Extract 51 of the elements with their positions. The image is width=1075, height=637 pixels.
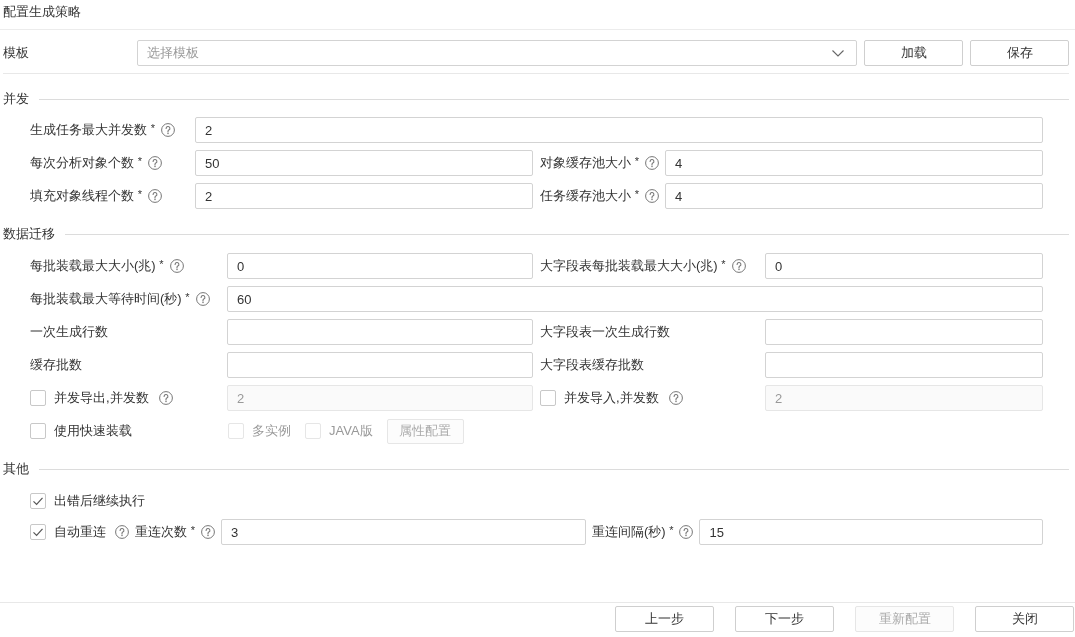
text-input[interactable]: 2: [195, 183, 533, 209]
chevron-down-icon: [832, 49, 844, 57]
checkbox-label: 并发导入,并发数: [564, 389, 659, 407]
wizard-button[interactable]: 下一步: [735, 606, 834, 632]
text-input[interactable]: 0: [765, 253, 1043, 279]
checkbox[interactable]: [30, 493, 46, 509]
checkbox[interactable]: [30, 423, 46, 439]
text-input[interactable]: 4: [665, 150, 1043, 176]
checkbox[interactable]: [30, 524, 46, 540]
checkbox-label: 并发导出,并发数: [54, 389, 149, 407]
field-label: 对象缓存池大小 $^{*}$: [540, 154, 639, 172]
check-icon: [32, 526, 44, 538]
checkbox-label: 使用快速装载: [54, 422, 132, 440]
template-button[interactable]: 保存: [970, 40, 1069, 66]
text-input[interactable]: 50: [195, 150, 533, 176]
field-label: 任务缓存池大小 $^{*}$: [540, 187, 639, 205]
checkbox-label: 多实例: [252, 422, 291, 440]
field-label: 重连间隔(秒) $^{*}$: [591, 523, 674, 541]
text-input[interactable]: 15: [699, 519, 1043, 545]
dialog-title: 配置生成策略: [3, 4, 81, 19]
wizard-button[interactable]: 上一步: [615, 606, 714, 632]
template-button[interactable]: 加载: [864, 40, 963, 66]
field-label: 模板: [3, 44, 29, 62]
checkbox-label: 自动重连: [54, 523, 106, 541]
text-input[interactable]: [227, 319, 533, 345]
field-label: 生成任务最大并发数 $^{*}$: [30, 121, 155, 139]
field-label: 每批装载最大等待时间(秒) $^{*}$: [30, 290, 190, 308]
field-label: 每次分析对象个数 $^{*}$: [30, 154, 142, 172]
text-input[interactable]: 3: [220, 519, 586, 545]
checkbox-label: JAVA版: [329, 422, 373, 440]
field-label: 大字段表缓存批数: [540, 356, 644, 374]
section-title: 其他: [3, 460, 29, 478]
field-label: 填充对象线程个数 $^{*}$: [30, 187, 142, 205]
checkbox-label: 出错后继续执行: [54, 492, 145, 510]
section-title: 并发: [3, 90, 29, 108]
field-label: 每批装载最大大小(兆) $^{*}$: [30, 257, 164, 275]
text-input[interactable]: [765, 319, 1043, 345]
field-label: 一次生成行数: [30, 323, 108, 341]
text-input[interactable]: [227, 352, 533, 378]
field-label: 大字段表每批装载最大大小(兆) $^{*}$: [540, 257, 726, 275]
text-input[interactable]: [765, 352, 1043, 378]
text-input[interactable]: 60: [227, 286, 1043, 312]
text-input[interactable]: 2: [195, 117, 1043, 143]
check-icon: [32, 495, 44, 507]
field-label: 重连次数 $^{*}$: [135, 523, 195, 541]
field-label: 大字段表一次生成行数: [540, 323, 670, 341]
text-input[interactable]: 0: [227, 253, 533, 279]
text-input[interactable]: 4: [665, 183, 1043, 209]
field-label: 缓存批数: [30, 356, 82, 374]
section-title: 数据迁移: [3, 225, 55, 243]
wizard-button[interactable]: 关闭: [975, 606, 1074, 632]
